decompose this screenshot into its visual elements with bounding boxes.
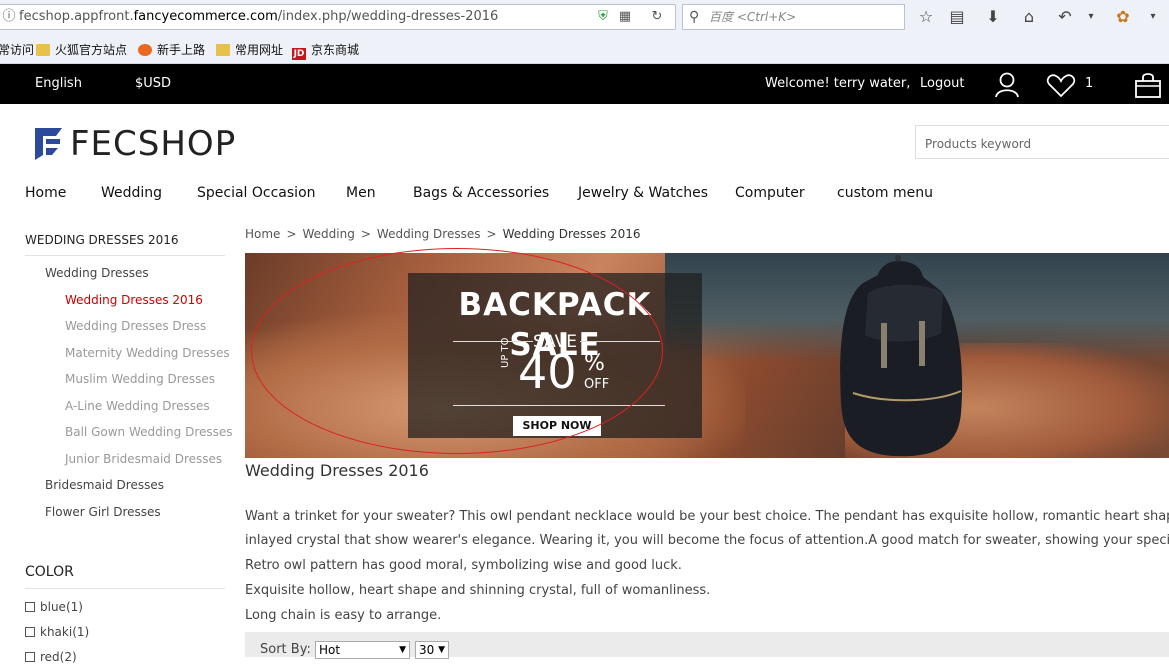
sidebar-subcategory[interactable]: Maternity Wedding Dresses — [65, 346, 230, 360]
heart-icon[interactable] — [1046, 74, 1076, 98]
sidebar-category[interactable]: Wedding Dresses — [45, 266, 149, 280]
nav-men[interactable]: Men — [346, 185, 376, 201]
wishlist-count: 1 — [1085, 76, 1094, 91]
bookmark-item[interactable]: 新手上路 — [138, 38, 205, 62]
category-description-line: Exquisite hollow, heart shape and shinni… — [245, 583, 711, 598]
product-search-input[interactable]: Products keyword — [915, 125, 1169, 159]
breadcrumb-link[interactable]: Home — [245, 227, 280, 241]
divider — [25, 255, 225, 256]
nav-wedding[interactable]: Wedding — [101, 185, 162, 201]
browser-toolbar: ⓘ fecshop.appfront.fancyecommerce.com/in… — [0, 0, 1169, 64]
url-path: /index.php/wedding-dresses-2016 — [277, 9, 499, 24]
checkbox[interactable] — [25, 652, 35, 662]
logo-mark-icon — [35, 128, 62, 160]
reload-icon[interactable]: ↻ — [649, 9, 665, 25]
jd-icon: JD — [292, 48, 306, 60]
page-title: Wedding Dresses 2016 — [245, 461, 429, 480]
nav-bags-accessories[interactable]: Bags & Accessories — [413, 185, 549, 201]
category-description-line: Long chain is easy to arrange. — [245, 608, 442, 623]
sidebar-category[interactable]: Flower Girl Dresses — [45, 505, 161, 519]
checkbox[interactable] — [25, 627, 35, 637]
bookmark-item[interactable]: 常用网址 — [216, 38, 283, 62]
category-description-line: inlayed crystal that show wearer's elega… — [245, 533, 1169, 548]
main-navigation: Home Wedding Special Occasion Men Bags &… — [0, 178, 1169, 210]
per-page-select[interactable]: 30 ▼ — [415, 641, 449, 659]
backpack-image — [840, 255, 963, 457]
qr-code-icon[interactable]: ▦ — [617, 9, 633, 25]
sidebar-subcategory[interactable]: Muslim Wedding Dresses — [65, 372, 215, 386]
chevron-down-icon: ▼ — [438, 645, 445, 655]
sidebar-title: WEDDING DRESSES 2016 — [25, 233, 179, 247]
category-description-line: Retro owl pattern has good moral, symbol… — [245, 558, 682, 573]
sidebar-category[interactable]: Bridesmaid Dresses — [45, 478, 164, 492]
page-info-icon[interactable]: ⓘ — [1, 9, 17, 25]
folder-icon — [216, 44, 230, 56]
category-description-line: Want a trinket for your sweater? This ow… — [245, 509, 1169, 524]
browser-search-placeholder: 百度 <Ctrl+K> — [709, 10, 797, 24]
sort-select[interactable]: Hot ▼ — [315, 641, 410, 659]
nav-home[interactable]: Home — [25, 185, 66, 201]
color-filter-title: COLOR — [25, 564, 74, 580]
breadcrumb: Home > Wedding > Wedding Dresses > Wedding Dre… — [245, 227, 641, 241]
shield-icon[interactable]: ⛨ — [595, 9, 611, 25]
color-filter-item[interactable]: khaki(1) — [25, 625, 89, 639]
url-host: fancyecommerce.com — [133, 9, 278, 24]
chevron-down-icon[interactable]: ▾ — [1142, 6, 1164, 28]
color-filter-item[interactable]: blue(1) — [25, 600, 83, 614]
sort-label: Sort By: — [260, 642, 311, 657]
color-filter-item[interactable]: red(2) — [25, 650, 77, 664]
breadcrumb-link[interactable]: Wedding Dresses — [377, 227, 481, 241]
nav-jewelry-watches[interactable]: Jewelry & Watches — [578, 185, 708, 201]
site-topbar: English $USD Welcome! terry water, Logou… — [0, 64, 1169, 104]
bookmark-item[interactable]: JD 京东商城 — [292, 38, 359, 62]
sort-toolbar: Sort By: Hot ▼ 30 ▼ — [245, 632, 1169, 659]
extension-icon[interactable]: ✿ — [1112, 6, 1134, 28]
url-prefix: fecshop.appfront. — [19, 9, 134, 24]
sidebar-subcategory[interactable]: Junior Bridesmaid Dresses — [65, 452, 222, 466]
language-selector[interactable]: English — [35, 64, 82, 104]
bookmark-star-icon[interactable]: ☆ — [915, 6, 937, 28]
chevron-down-icon: ▼ — [399, 645, 406, 655]
sidebar-subcategory[interactable]: A-Line Wedding Dresses — [65, 399, 210, 413]
search-icon: ⚲ — [689, 9, 700, 25]
address-bar[interactable]: ⓘ fecshop.appfront.fancyecommerce.com/in… — [0, 4, 676, 30]
browser-search-box[interactable]: ⚲ 百度 <Ctrl+K> — [682, 4, 905, 30]
divider — [25, 588, 225, 589]
firefox-icon — [138, 44, 152, 56]
nav-custom-menu[interactable]: custom menu — [837, 185, 933, 201]
checkbox[interactable] — [25, 602, 35, 612]
logo-text[interactable]: FECSHOP — [70, 126, 236, 162]
nav-special-occasion[interactable]: Special Occasion — [197, 185, 316, 201]
back-history-icon[interactable]: ↶ — [1054, 6, 1076, 28]
breadcrumb-link[interactable]: Wedding — [303, 227, 355, 241]
annotation-ellipse — [251, 248, 663, 454]
nav-computer[interactable]: Computer — [735, 185, 805, 201]
folder-icon — [36, 44, 50, 56]
site-logo[interactable] — [32, 124, 68, 164]
welcome-text: Welcome! terry water, — [765, 76, 911, 91]
bookmark-item[interactable]: 火狐官方站点 — [36, 38, 127, 62]
currency-selector[interactable]: $USD — [135, 64, 171, 104]
breadcrumb-current: Wedding Dresses 2016 — [502, 227, 641, 241]
home-icon[interactable]: ⌂ — [1018, 6, 1040, 28]
logout-link[interactable]: Logout — [920, 64, 965, 104]
cart-icon[interactable] — [1134, 72, 1162, 98]
sidebar-subcategory[interactable]: Ball Gown Wedding Dresses — [65, 425, 233, 439]
download-icon[interactable]: ⬇ — [982, 6, 1004, 28]
sidebar-subcategory[interactable]: Wedding Dresses Dress — [65, 319, 206, 333]
account-icon[interactable] — [994, 72, 1020, 98]
clipboard-icon[interactable]: ▤ — [946, 6, 968, 28]
chevron-down-icon[interactable]: ▾ — [1080, 6, 1102, 28]
bookmark-item[interactable]: 常访问 — [0, 38, 34, 62]
sidebar-category-active[interactable]: Wedding Dresses 2016 — [65, 293, 203, 307]
